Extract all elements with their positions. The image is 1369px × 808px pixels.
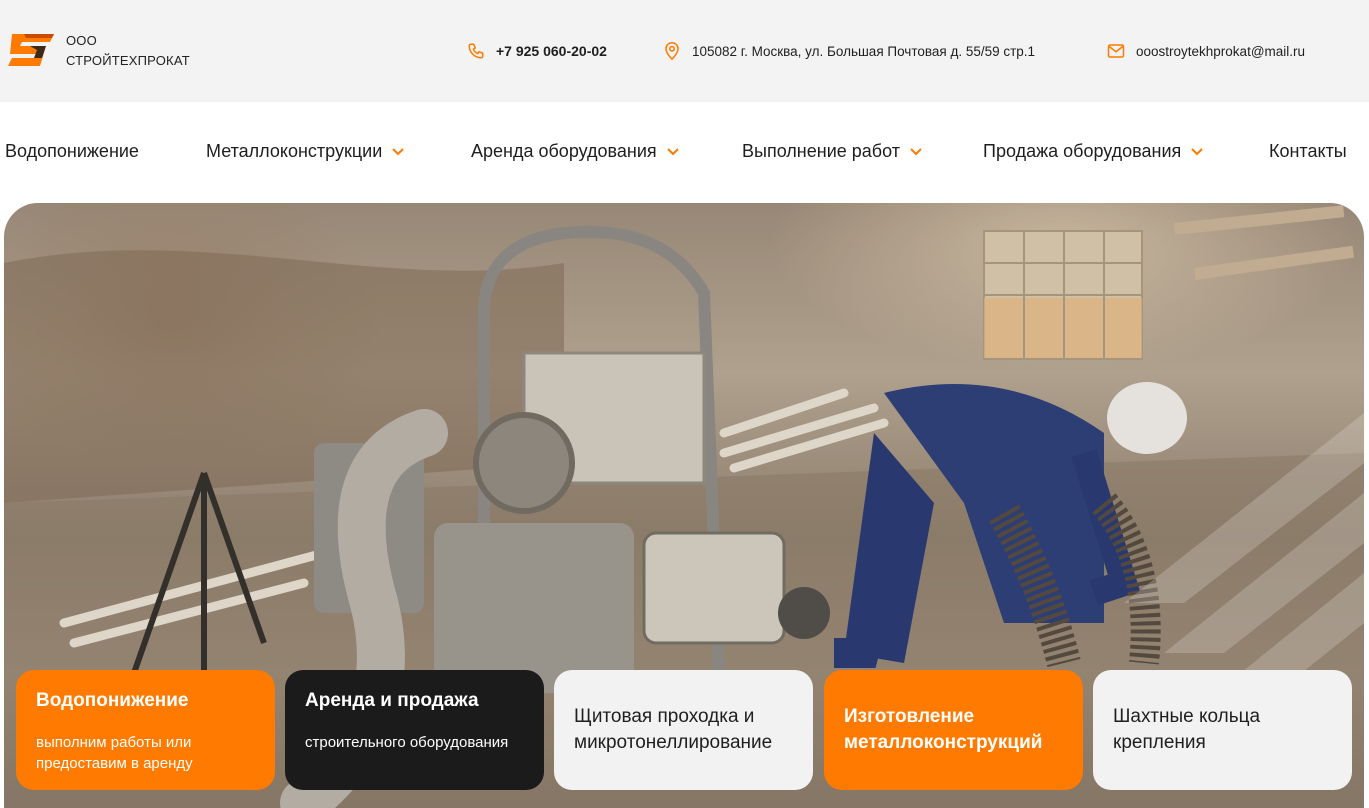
email-address[interactable]: ooostroytekhprokat@mail.ru (1136, 44, 1305, 59)
nav-item-label[interactable]: Продажа оборудования (983, 141, 1181, 162)
phone-icon (466, 41, 486, 61)
nav-item-label[interactable]: Контакты (1269, 141, 1347, 162)
top-bar: ООО СТРОЙТЕХПРОКАТ +7 925 060-20-02 1050… (0, 0, 1369, 102)
nav-item-label[interactable]: Выполнение работ (742, 141, 900, 162)
card-subtitle: строительного оборудования (305, 734, 509, 751)
service-card-shakhtnye-kolca[interactable]: Шахтные кольца крепления (1093, 670, 1352, 790)
location-pin-icon (662, 41, 682, 61)
nav-item-label[interactable]: Металлоконструкции (206, 141, 382, 162)
nav-item-metallokonstrukcii[interactable]: Металлоконструкции (206, 141, 404, 162)
service-card-metallokonstrukcii[interactable]: Изготовление металлоконструкций (824, 670, 1083, 790)
nav-item-vodoponizhenie[interactable]: Водопонижение (5, 141, 139, 162)
nav-item-label[interactable]: Водопонижение (5, 141, 139, 162)
card-title: Аренда и продажа (305, 690, 479, 711)
company-logo[interactable] (6, 30, 56, 70)
phone-contact[interactable]: +7 925 060-20-02 (466, 41, 607, 61)
card-title: Изготовление металлоконструкций (844, 706, 1043, 753)
nav-item-vypolnenie-rabot[interactable]: Выполнение работ (742, 141, 922, 162)
company-name: ООО СТРОЙТЕХПРОКАТ (66, 31, 190, 71)
nav-item-prodazha[interactable]: Продажа оборудования (983, 141, 1204, 162)
card-title: Шахтные кольца крепления (1113, 706, 1261, 753)
card-subtitle: выполним работы или предоставим в аренду (36, 734, 193, 772)
company-name-line1: ООО (66, 33, 97, 48)
service-card-vodoponizhenie[interactable]: Водопонижение выполним работы или предос… (16, 670, 275, 790)
chevron-down-icon[interactable] (1191, 147, 1204, 156)
service-card-arenda-prodazha[interactable]: Аренда и продажа строительного оборудова… (285, 670, 544, 790)
nav-item-label[interactable]: Аренда оборудования (471, 141, 657, 162)
card-title: Водопонижение (36, 690, 189, 711)
address-contact: 105082 г. Москва, ул. Большая Почтовая д… (662, 41, 1035, 61)
phone-number[interactable]: +7 925 060-20-02 (496, 43, 607, 59)
address-text: 105082 г. Москва, ул. Большая Почтовая д… (692, 43, 1036, 59)
mail-icon (1106, 41, 1126, 61)
service-card-shchitovaya-prokhodka[interactable]: Щитовая проходка и микротонеллирование (554, 670, 813, 790)
chevron-down-icon[interactable] (392, 147, 404, 156)
chevron-down-icon[interactable] (666, 147, 679, 156)
company-name-line2: СТРОЙТЕХПРОКАТ (66, 53, 190, 68)
nav-item-arenda[interactable]: Аренда оборудования (471, 141, 679, 162)
chevron-down-icon[interactable] (910, 147, 922, 156)
nav-item-kontakty[interactable]: Контакты (1269, 141, 1347, 162)
card-title: Щитовая проходка и микротонеллирование (574, 706, 773, 753)
email-contact[interactable]: ooostroytekhprokat@mail.ru (1106, 41, 1305, 61)
